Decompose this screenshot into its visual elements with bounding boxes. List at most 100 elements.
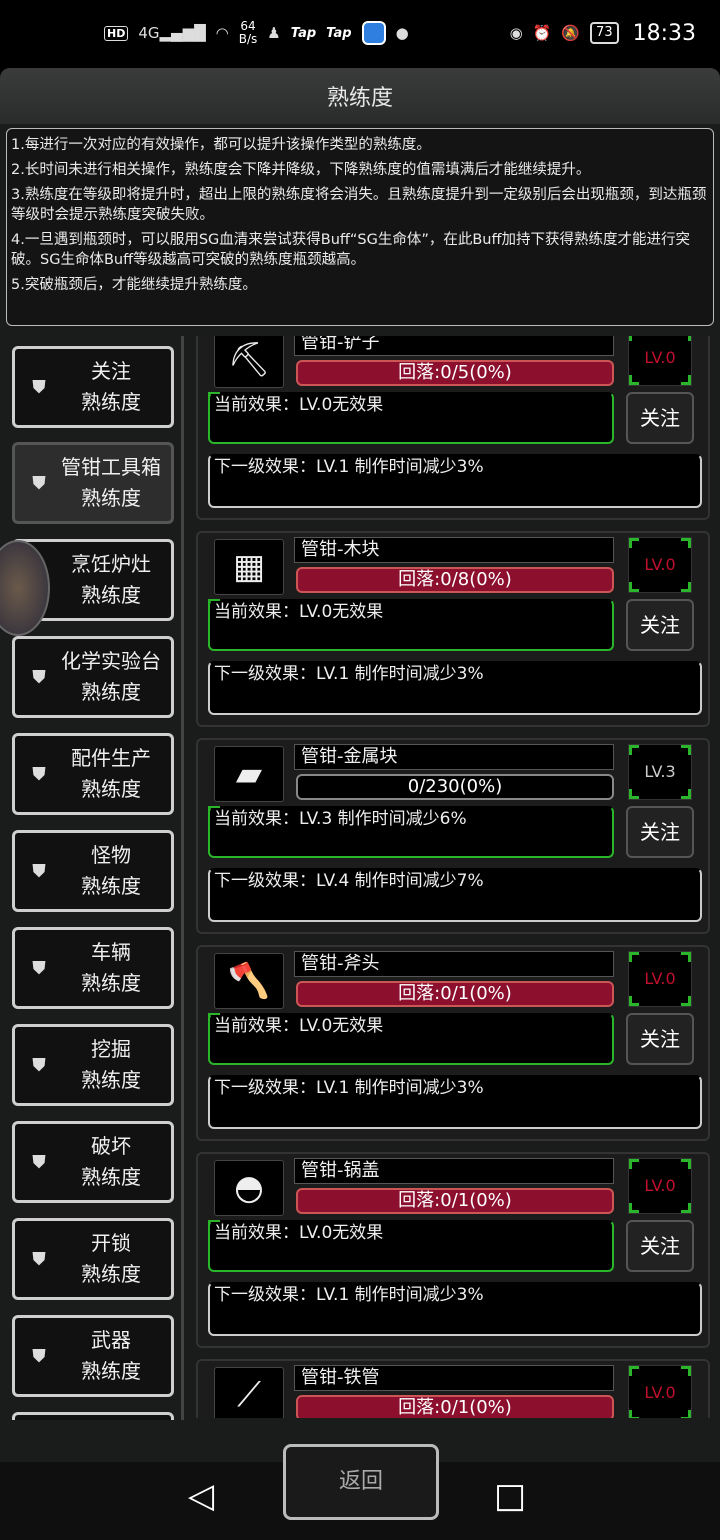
battery-indicator: 73 [590, 22, 619, 44]
sidebar-item-sublabel: 熟练度 [81, 680, 141, 704]
sidebar-item-sublabel: 熟练度 [81, 874, 141, 898]
net-speed-unit: B/s [238, 32, 258, 46]
shovel-icon: ⛏ [214, 336, 284, 388]
level-badge: LV.0 [628, 336, 692, 386]
eye-icon: ◉ [509, 24, 523, 42]
next-effect: 下一级效果：LV.1 制作时间减少3% [208, 1282, 702, 1336]
app-icon [361, 21, 386, 45]
medal-icon: ⛊ [32, 666, 46, 688]
info-line: 2.长时间未进行相关操作，熟练度会下降并降级，下降熟练度的值需填满后才能继续提升… [11, 162, 591, 178]
progress-bar: 回落:0/8(0%) [296, 567, 614, 593]
info-line: 5.突破瓶颈后，才能继续提升熟练度。 [11, 277, 257, 293]
sidebar-item-pipe-toolbox[interactable]: ⛊ 管钳工具箱 熟练度 [12, 442, 174, 524]
medal-icon: ⛊ [32, 957, 46, 979]
progress-bar: 回落:0/1(0%) [296, 1395, 614, 1418]
item-name: 管钳-铁管 [294, 1365, 614, 1391]
medal-icon: ⛊ [32, 1248, 46, 1270]
item-name: 管钳-斧头 [294, 951, 614, 977]
sidebar-item-vehicle[interactable]: ⛊ 车辆 熟练度 [12, 927, 174, 1009]
current-effect: 当前效果：LV.0无效果 [208, 599, 614, 651]
level-text: LV.0 [644, 348, 676, 367]
current-effect: 当前效果：LV.0无效果 [208, 392, 614, 444]
category-sidebar[interactable]: ⛊关注熟练度 ⛊管钳工具箱熟练度 ⛊烹饪炉灶熟练度 ⛊化学实验台熟练度 ⛊配件生… [4, 336, 184, 1420]
follow-button[interactable]: 关注 [626, 1220, 694, 1272]
level-text: LV.0 [644, 555, 676, 574]
back-button[interactable]: 返回 [283, 1444, 439, 1520]
proficiency-list[interactable]: ⛏ 管钳-铲子 回落:0/5(0%) LV.0 当前效果：LV.0无效果 关注 … [196, 336, 710, 1418]
progress-bar: 回落:0/5(0%) [296, 360, 614, 386]
sidebar-item-follow[interactable]: ⛊ 关注 熟练度 [12, 346, 174, 428]
qq-icon: ♟ [267, 24, 281, 42]
taptap-label-2: Tap [326, 25, 352, 41]
follow-button[interactable]: 关注 [626, 1013, 694, 1065]
sidebar-item-sublabel: 熟练度 [81, 1262, 141, 1286]
level-badge: LV.0 [628, 537, 692, 593]
next-effect: 下一级效果：LV.1 制作时间减少3% [208, 1075, 702, 1129]
clock: 18:33 [632, 20, 696, 46]
metal-block-icon: ▰ [214, 746, 284, 802]
sidebar-item-label: 破坏 [91, 1134, 131, 1158]
follow-button[interactable]: 关注 [626, 806, 694, 858]
proficiency-card: ⟋ 管钳-铁管 回落:0/1(0%) LV.0 [196, 1359, 710, 1418]
sidebar-item-sublabel: 熟练度 [81, 1359, 141, 1383]
level-text: LV.0 [644, 1383, 676, 1402]
follow-button[interactable]: 关注 [626, 392, 694, 444]
level-badge: LV.3 [628, 744, 692, 800]
medal-icon: ⛊ [32, 1345, 46, 1367]
info-box: 1.每进行一次对应的有效操作，都可以提升该操作类型的熟练度。 2.长时间未进行相… [6, 128, 714, 326]
network-label: 4G [138, 24, 160, 42]
medal-icon: ⛊ [32, 1054, 46, 1076]
level-badge: LV.0 [628, 951, 692, 1007]
level-text: LV.0 [644, 969, 676, 988]
proficiency-panel: 熟练度 1.每进行一次对应的有效操作，都可以提升该操作类型的熟练度。 2.长时间… [0, 68, 720, 1462]
medal-icon: ⛊ [32, 376, 46, 398]
next-effect: 下一级效果：LV.4 制作时间减少7% [208, 868, 702, 922]
sidebar-item-chem-lab[interactable]: ⛊ 化学实验台熟练度 [12, 636, 174, 718]
info-line: 3.熟练度在等级即将提升时，超出上限的熟练度将会消失。且熟练度提升到一定级别后会… [11, 187, 707, 223]
proficiency-card: ⛏ 管钳-铲子 回落:0/5(0%) LV.0 当前效果：LV.0无效果 关注 … [196, 336, 710, 520]
sidebar-item-digging[interactable]: ⛊ 挖掘熟练度 [12, 1024, 174, 1106]
proficiency-card: ▰ 管钳-金属块 0/230(0%) LV.3 当前效果：LV.3 制作时间减少… [196, 738, 710, 934]
net-speed-value: 64 [240, 19, 256, 33]
sidebar-item-label: 化学实验台 [61, 649, 161, 673]
recents-nav-icon[interactable]: □ [494, 1476, 526, 1516]
sidebar-item-sublabel: 熟练度 [81, 486, 141, 510]
medal-icon: ⛊ [32, 1151, 46, 1173]
sidebar-item-label: 管钳工具箱 [61, 455, 161, 479]
sidebar-item-sublabel: 熟练度 [81, 1068, 141, 1092]
wood-block-icon: ▦ [214, 539, 284, 595]
sidebar-item-lockpick[interactable]: ⛊ 开锁 熟练度 [12, 1218, 174, 1300]
chat-icon: ● [395, 24, 409, 42]
sidebar-item-sublabel: 熟练度 [81, 390, 141, 414]
back-nav-icon[interactable]: ◁ [188, 1476, 214, 1516]
item-name: 管钳-木块 [294, 537, 614, 563]
level-text: LV.3 [644, 762, 676, 781]
pot-lid-icon: ◓ [214, 1160, 284, 1216]
medal-icon: ⛊ [32, 763, 46, 785]
mute-bell-icon: 🔕 [561, 24, 581, 42]
sidebar-item-label: 怪物 [91, 843, 131, 867]
sidebar-item-monster[interactable]: ⛊ 怪物 熟练度 [12, 830, 174, 912]
progress-bar: 0/230(0%) [296, 774, 614, 800]
axe-icon: 🪓 [214, 953, 284, 1009]
level-badge: LV.0 [628, 1158, 692, 1214]
sidebar-item-destruction[interactable]: ⛊ 破坏 熟练度 [12, 1121, 174, 1203]
follow-button[interactable]: 关注 [626, 599, 694, 651]
sidebar-item-label: 挖掘 [91, 1037, 131, 1061]
sidebar-item-parts[interactable]: ⛊ 配件生产 熟练度 [12, 733, 174, 815]
status-left: HD 4G▂▄▆█ ◠ 64 B/s ♟ Tap Tap ● [104, 20, 409, 46]
proficiency-card: ▦ 管钳-木块 回落:0/8(0%) LV.0 当前效果：LV.0无效果 关注 … [196, 531, 710, 727]
item-name: 管钳-金属块 [294, 744, 614, 770]
sidebar-item-partial[interactable] [12, 1412, 174, 1420]
sidebar-item-weapon[interactable]: ⛊ 武器熟练度 [12, 1315, 174, 1397]
page-title: 熟练度 [0, 68, 720, 124]
status-right: ◉ ⏰ 🔕 73 18:33 [510, 21, 696, 46]
alarm-icon: ⏰ [532, 24, 552, 42]
sidebar-item-label: 武器 [91, 1328, 131, 1352]
status-bar: HD 4G▂▄▆█ ◠ 64 B/s ♟ Tap Tap ● ◉ ⏰ 🔕 73 1… [0, 0, 720, 66]
level-badge: LV.0 [628, 1365, 692, 1418]
next-effect: 下一级效果：LV.1 制作时间减少3% [208, 454, 702, 508]
sidebar-item-sublabel: 熟练度 [81, 777, 141, 801]
taptap-label-1: Tap [290, 25, 317, 41]
item-name: 管钳-锅盖 [294, 1158, 614, 1184]
